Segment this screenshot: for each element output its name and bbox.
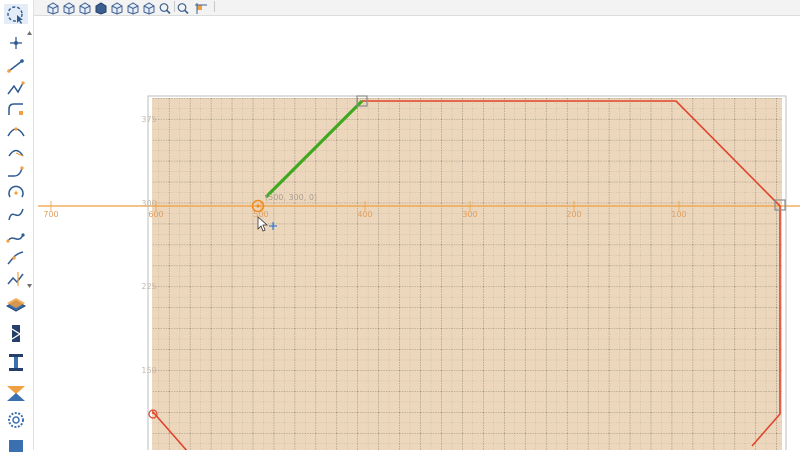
x-tick-label: 100	[671, 210, 686, 219]
mirror-icon-glyph	[7, 386, 25, 401]
view-top-icon[interactable]	[78, 0, 92, 15]
extrude-icon-glyph	[5, 298, 27, 312]
zoom-fit-icon-glyph	[177, 3, 189, 15]
zoom-in-icon-glyph	[159, 3, 171, 15]
material-icon-glyph	[9, 440, 23, 452]
sketch-canvas[interactable]: 700 600 500 400 300 200 100 375 300 225 150 (500,…	[34, 16, 800, 455]
gear-icon-glyph	[8, 412, 24, 428]
snap-grid-icon-glyph	[195, 3, 207, 14]
circle-icon-glyph	[8, 185, 24, 198]
y-tick-label: 300	[141, 199, 156, 208]
trim-icon-glyph	[7, 272, 24, 286]
view-side-icon[interactable]	[94, 0, 108, 15]
view-front-icon-glyph	[63, 2, 75, 15]
gear-icon[interactable]	[4, 410, 28, 430]
circle-icon[interactable]	[4, 183, 28, 203]
sketch-select-icon-glyph	[4, 4, 28, 24]
view-right-icon-glyph	[143, 2, 155, 15]
point-icon-glyph	[10, 37, 22, 49]
view-side-icon-glyph	[95, 2, 107, 15]
bezier-icon[interactable]	[4, 227, 28, 247]
curve-edit-icon-glyph	[7, 251, 24, 265]
view-right-icon[interactable]	[142, 0, 156, 15]
revolve-icon[interactable]	[4, 323, 28, 343]
revolve-icon-glyph	[11, 325, 22, 342]
polyline-icon-glyph	[7, 81, 25, 95]
bezier-icon-glyph	[6, 233, 25, 243]
view-iso-icon[interactable]	[46, 0, 60, 15]
spline-icon-glyph	[8, 208, 24, 221]
x-tick-label: 400	[357, 210, 372, 219]
y-tick-label: 375	[141, 115, 156, 124]
point-icon[interactable]	[4, 33, 28, 53]
mirror-icon[interactable]	[4, 382, 28, 402]
arc-tangent-icon[interactable]	[4, 162, 28, 182]
view-bottom-icon[interactable]	[126, 0, 140, 15]
spline-icon[interactable]	[4, 204, 28, 224]
fillet-icon-glyph	[8, 103, 23, 115]
view-front-icon[interactable]	[62, 0, 76, 15]
view-back-icon[interactable]	[110, 0, 124, 15]
toolbar-separator	[174, 1, 175, 12]
zoom-fit-icon[interactable]	[176, 0, 190, 15]
zoom-in-icon[interactable]	[158, 0, 172, 15]
sketch-select-icon[interactable]	[4, 4, 28, 24]
curve-edit-icon[interactable]	[4, 248, 28, 268]
major-grid	[152, 98, 782, 454]
toolbar-separator	[214, 1, 215, 12]
arc-three-point-icon[interactable]	[4, 120, 28, 140]
sketch-toolbar	[0, 0, 34, 452]
x-tick-label: 600	[148, 210, 163, 219]
x-tick-label: 700	[43, 210, 58, 219]
cursor-readout: (500, 300, 0)	[265, 193, 317, 202]
line-icon[interactable]	[4, 56, 28, 76]
material-icon[interactable]	[4, 435, 28, 455]
view-top-icon-glyph	[79, 2, 91, 15]
trim-icon[interactable]	[4, 268, 28, 288]
arc-tangent-icon-glyph	[8, 166, 24, 177]
extrude-icon[interactable]	[4, 294, 28, 314]
line-icon-glyph	[7, 59, 24, 73]
polyline-icon[interactable]	[4, 78, 28, 98]
snap-point-center	[256, 204, 260, 208]
view-iso-icon-glyph	[47, 2, 59, 15]
view-toolbar	[34, 0, 800, 16]
x-tick-label: 200	[566, 210, 581, 219]
arc-center-icon-glyph	[8, 149, 24, 157]
x-tick-label: 300	[462, 210, 477, 219]
fillet-icon[interactable]	[4, 99, 28, 119]
arc-center-icon[interactable]	[4, 141, 28, 161]
view-back-icon-glyph	[111, 2, 123, 15]
view-bottom-icon-glyph	[127, 2, 139, 15]
arc-three-point-icon-glyph	[7, 127, 25, 137]
section-icon[interactable]	[4, 352, 28, 372]
snap-grid-icon[interactable]	[194, 0, 208, 14]
y-tick-label: 150	[141, 366, 156, 375]
y-tick-label: 225	[141, 282, 156, 291]
section-icon-glyph	[9, 354, 23, 371]
